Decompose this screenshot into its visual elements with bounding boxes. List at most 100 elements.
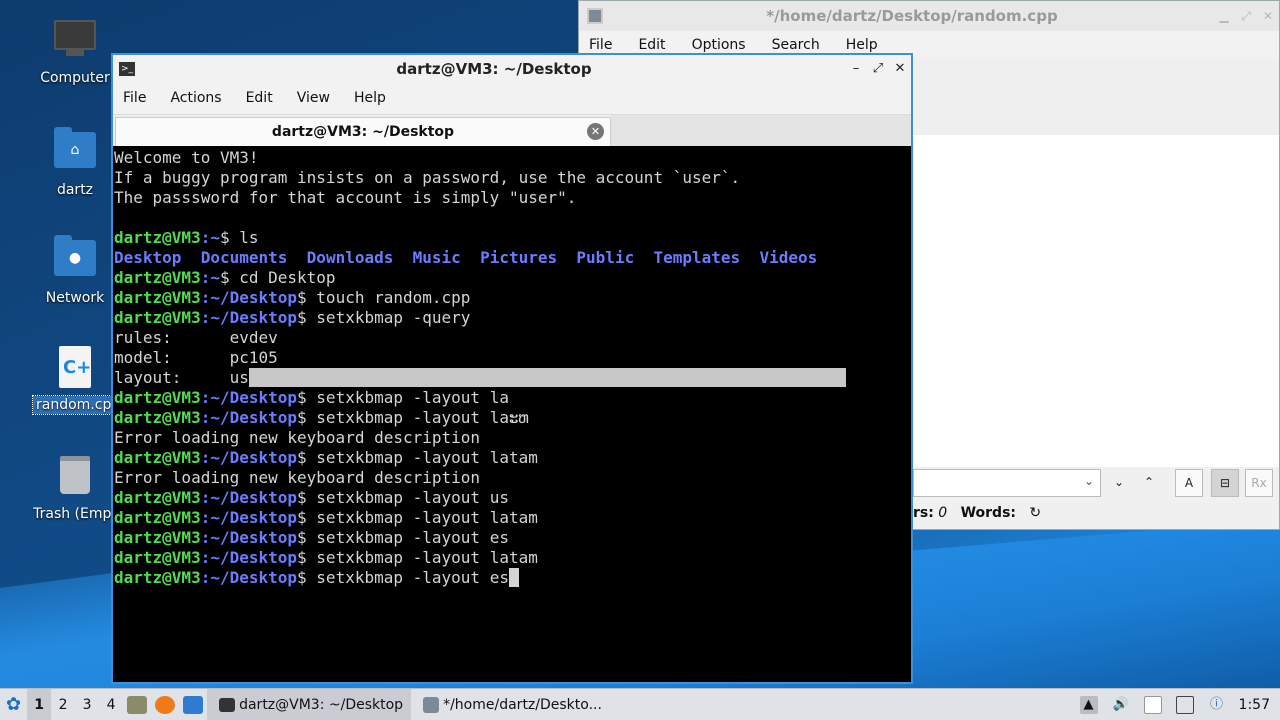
terminal-menu-help[interactable]: Help	[354, 90, 386, 106]
file-manager-icon[interactable]	[127, 695, 148, 714]
terminal-icon: >_	[119, 61, 135, 76]
terminal-line: dartz@VM3:~$ cd Desktop	[114, 268, 336, 287]
whole-word-button[interactable]: ⊟	[1211, 469, 1239, 497]
taskbar: ✿ 1 2 3 4 dartz@VM3: ~/Desktop */home/da…	[0, 688, 1280, 720]
taskbar-task-terminal[interactable]: dartz@VM3: ~/Desktop	[207, 688, 412, 720]
terminal-line: The passsword for that account is simply…	[114, 188, 577, 207]
text-editor-icon	[423, 696, 440, 713]
terminal-title: dartz@VM3: ~/Desktop	[396, 59, 592, 78]
cpp-file-icon: C+	[53, 346, 97, 390]
editor-menu-edit[interactable]: Edit	[638, 37, 665, 53]
desktop-icon-trash[interactable]: Trash (Empt	[33, 456, 117, 522]
desktop-icon-label: Computer	[40, 70, 110, 86]
text-cursor	[508, 568, 519, 587]
editor-menu-file[interactable]: File	[589, 37, 612, 53]
firefox-icon[interactable]	[155, 695, 176, 714]
maximize-icon[interactable]: ⤢	[867, 61, 889, 76]
tabbar-empty-area	[611, 115, 911, 147]
terminal-line: dartz@VM3:~/Desktop$ setxkbmap -layout l…	[114, 448, 538, 467]
terminal-line: dartz@VM3:~/Desktop$ setxkbmap -layout u…	[114, 488, 509, 507]
editor-titlebar[interactable]: */home/dartz/Desktop/random.cpp ▁ ⤢ ✕	[579, 1, 1279, 31]
find-previous-button[interactable]: ⌃	[1135, 469, 1163, 497]
editor-statusbar: rs: 0 Words: ↻	[913, 505, 1041, 521]
editor-menu-search[interactable]: Search	[772, 37, 820, 53]
terminal-line: dartz@VM3:~$ ls	[114, 228, 259, 247]
terminal-line: Welcome to VM3!	[114, 148, 259, 167]
terminal-menu-edit[interactable]: Edit	[246, 90, 273, 106]
text-selection-highlight	[248, 368, 847, 387]
home-folder-icon: ⌂	[53, 127, 97, 176]
network-folder-icon: ●	[53, 235, 97, 284]
workspace-3[interactable]: 3	[75, 697, 99, 713]
editor-title: */home/dartz/Desktop/random.cpp	[766, 7, 1058, 25]
maximize-icon[interactable]: ⤢	[1235, 9, 1257, 24]
terminal-line: rules: evdev	[114, 328, 278, 347]
close-icon[interactable]: ✕	[889, 61, 911, 76]
find-next-button[interactable]: ⌄	[1105, 469, 1133, 497]
task-label: */home/dartz/Deskto...	[443, 696, 602, 713]
text-editor-icon	[587, 8, 603, 24]
show-desktop-icon[interactable]	[183, 695, 204, 714]
clipboard-icon[interactable]	[1143, 695, 1162, 714]
terminal-line: layout: us	[114, 368, 910, 388]
match-case-button[interactable]: A	[1175, 469, 1203, 497]
start-menu-icon: ✿	[6, 694, 22, 715]
workspace-4[interactable]: 4	[99, 697, 123, 713]
refresh-icon[interactable]: ↻	[1029, 505, 1041, 521]
terminal-line: dartz@VM3:~/Desktop$ setxkbmap -layout l…	[114, 508, 538, 527]
terminal-line: dartz@VM3:~/Desktop$ setxkbmap -layout l…	[114, 548, 538, 567]
words-label: Words:	[960, 505, 1016, 521]
terminal-window[interactable]: >_ dartz@VM3: ~/Desktop – ⤢ ✕ File Actio…	[111, 53, 913, 684]
chars-label: rs:	[913, 505, 934, 521]
start-menu-button[interactable]: ✿	[0, 689, 27, 720]
close-tab-icon[interactable]: ✕	[587, 123, 604, 140]
terminal-menu-actions[interactable]: Actions	[170, 90, 221, 106]
terminal-icon	[219, 697, 236, 712]
terminal-menu-view[interactable]: View	[297, 90, 330, 106]
terminal-line-current[interactable]: dartz@VM3:~/Desktop$ setxkbmap -layout e…	[114, 568, 910, 588]
chars-value: 0	[938, 505, 948, 521]
terminal-output[interactable]: Welcome to VM3! If a buggy program insis…	[113, 146, 911, 682]
minimize-icon[interactable]: –	[845, 61, 867, 76]
terminal-menubar: File Actions Edit View Help	[113, 82, 911, 114]
task-label: dartz@VM3: ~/Desktop	[239, 696, 404, 713]
terminal-line: Error loading new keyboard description	[114, 428, 481, 447]
terminal-menu-file[interactable]: File	[123, 90, 146, 106]
minimize-icon[interactable]: ▁	[1213, 9, 1235, 23]
terminal-line: model: pc105	[114, 348, 278, 367]
desktop-icon-label: dartz	[56, 182, 94, 198]
workspace-2[interactable]: 2	[51, 697, 75, 713]
terminal-line: If a buggy program insists on a password…	[114, 168, 741, 187]
clock[interactable]: 1:57	[1239, 697, 1270, 713]
workspace-1[interactable]: 1	[27, 688, 52, 720]
taskbar-task-editor[interactable]: */home/dartz/Deskto...	[411, 689, 615, 720]
terminal-tab-label: dartz@VM3: ~/Desktop	[271, 124, 455, 140]
desktop-icon-network[interactable]: ● Network	[33, 235, 117, 306]
network-icon[interactable]	[1175, 695, 1194, 714]
terminal-line: dartz@VM3:~/Desktop$ setxkbmap -layout l…	[114, 408, 529, 427]
terminal-titlebar[interactable]: >_ dartz@VM3: ~/Desktop – ⤢ ✕	[113, 55, 911, 82]
terminal-line: dartz@VM3:~/Desktop$ setxkbmap -layout e…	[114, 528, 509, 547]
editor-menu-options[interactable]: Options	[692, 37, 746, 53]
computer-icon	[53, 20, 97, 64]
desktop-icon-computer[interactable]: Computer	[33, 20, 117, 86]
terminal-line: dartz@VM3:~/Desktop$ setxkbmap -query	[114, 308, 471, 327]
desktop-icon-random-cpp[interactable]: C+ random.cpp	[32, 346, 120, 415]
close-icon[interactable]: ✕	[1257, 9, 1279, 23]
find-input[interactable]: ⌄	[913, 469, 1101, 497]
regex-button[interactable]: Rx	[1245, 469, 1273, 497]
terminal-line-ls-output: Desktop Documents Downloads Music Pictur…	[114, 248, 818, 267]
notification-icon[interactable]: ▲	[1079, 695, 1098, 714]
trash-icon	[53, 456, 97, 500]
desktop-icon-label: random.cpp	[32, 395, 120, 415]
terminal-tab[interactable]: dartz@VM3: ~/Desktop ✕	[115, 117, 611, 147]
desktop-icon-label: Trash (Empt	[33, 506, 117, 522]
chevron-down-icon[interactable]: ⌄	[1084, 474, 1094, 488]
volume-icon[interactable]: 🔊	[1112, 696, 1130, 714]
terminal-line: dartz@VM3:~/Desktop$ setxkbmap -layout l…	[114, 388, 509, 407]
desktop-icon-dartz[interactable]: ⌂ dartz	[33, 127, 117, 198]
editor-menu-help[interactable]: Help	[846, 37, 878, 53]
update-icon[interactable]: ⓘ	[1208, 696, 1226, 714]
terminal-line: Error loading new keyboard description	[114, 468, 481, 487]
